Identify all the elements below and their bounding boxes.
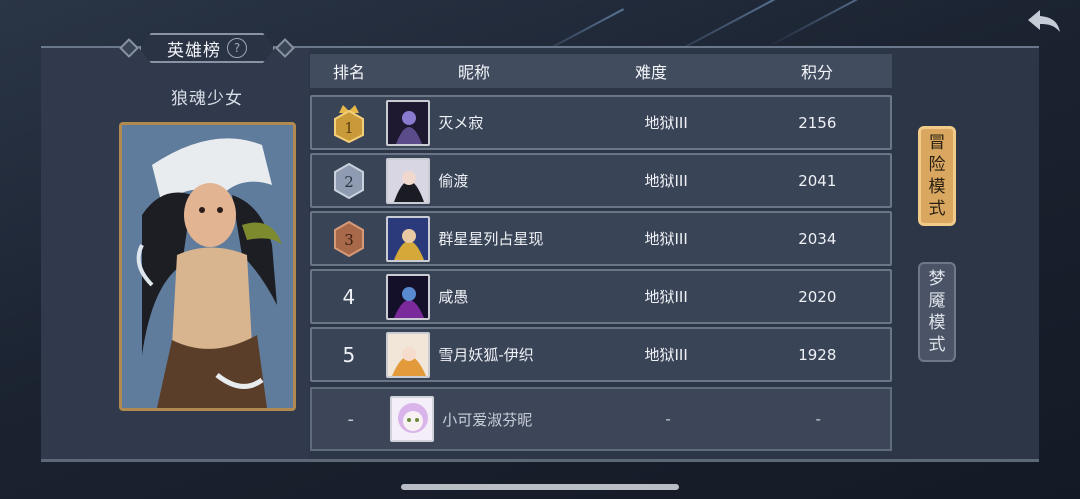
tab-char: 魇 (928, 291, 946, 311)
score-value: 2041 (798, 171, 837, 190)
difficulty-value: 地狱III (644, 114, 688, 132)
title-ornament-right (275, 38, 295, 58)
player-name: 雪月妖狐-伊织 (438, 346, 534, 364)
rank-cell: 3 (312, 219, 386, 259)
my-score: - (815, 410, 821, 428)
table-row[interactable]: 1 灭メ寂 地狱III 2156 (310, 95, 892, 150)
avatar (385, 331, 431, 378)
player-name: 灭メ寂 (438, 114, 484, 132)
hero-illustration (122, 125, 293, 408)
help-icon[interactable]: ? (227, 38, 247, 58)
header-difficulty: 难度 (634, 63, 667, 82)
header-score: 积分 (800, 63, 833, 82)
rank-number: 2 (344, 173, 354, 191)
tab-char: 式 (928, 335, 946, 355)
player-name: 偷渡 (438, 172, 469, 190)
score-value: 2156 (798, 113, 837, 132)
avatar (385, 215, 431, 262)
difficulty-value: 地狱III (644, 172, 688, 190)
title-ornament-left (119, 38, 139, 58)
player-name: 咸愚 (438, 288, 469, 306)
score-value: 1928 (798, 345, 837, 364)
score-value: 2034 (798, 229, 837, 248)
hero-name: 狼魂少女 (171, 89, 243, 109)
header-rank: 排名 (332, 63, 365, 82)
avatar (385, 99, 431, 146)
avatar (385, 157, 431, 204)
difficulty-value: 地狱III (644, 288, 688, 306)
avatar-image (387, 159, 429, 202)
rank-number: 5 (342, 342, 356, 367)
tab-char: 险 (928, 155, 946, 175)
my-rank-row: - 小可爱淑芬昵 - - (310, 387, 892, 451)
tab-char: 式 (928, 199, 946, 219)
avatar-image (387, 333, 429, 376)
rank-cell: 2 (312, 161, 386, 201)
tab-char: 模 (928, 177, 946, 197)
avatar (385, 273, 431, 320)
page-title: 英雄榜 (167, 40, 221, 61)
my-avatar (389, 396, 435, 442)
tab-adventure-mode[interactable]: 冒 险 模 式 (918, 126, 956, 226)
rank-cell: 1 (312, 103, 386, 143)
my-difficulty: - (665, 410, 671, 428)
my-name: 小可爱淑芬昵 (442, 410, 533, 429)
difficulty-value: 地狱III (644, 230, 688, 248)
bronze-medal-icon: 3 (333, 220, 364, 257)
back-arrow-icon[interactable] (1024, 6, 1064, 36)
hero-portrait (119, 122, 296, 411)
difficulty-value: 地狱III (644, 346, 688, 364)
tab-char: 模 (928, 313, 946, 333)
player-name: 群星星列占星现 (438, 230, 544, 248)
rank-number: 3 (344, 231, 354, 249)
gold-medal-icon: 1 (333, 104, 364, 143)
rank-number: 4 (342, 284, 356, 309)
home-indicator[interactable] (401, 484, 679, 490)
tab-char: 梦 (928, 269, 946, 289)
avatar-image (387, 275, 429, 318)
table-row[interactable]: 5 雪月妖狐-伊织 地狱III 1928 (310, 327, 892, 382)
tab-nightmare-mode[interactable]: 梦 魇 模 式 (918, 262, 956, 362)
my-rank: - (347, 408, 355, 430)
avatar-image (387, 101, 429, 144)
avatar-image (391, 398, 433, 440)
avatar-image (387, 217, 429, 260)
title-plate: 英雄榜 ? (139, 33, 275, 63)
tab-char: 冒 (928, 133, 946, 153)
title-badge: 英雄榜 ? (119, 32, 295, 64)
silver-medal-icon: 2 (333, 162, 364, 199)
table-row[interactable]: 4 咸愚 地狱III 2020 (310, 269, 892, 324)
background-streak (766, 0, 874, 49)
table-row[interactable]: 3 群星星列占星现 地狱III 2034 (310, 211, 892, 266)
rank-number: 1 (344, 119, 354, 137)
score-value: 2020 (798, 287, 837, 306)
table-row[interactable]: 2 偷渡 地狱III 2041 (310, 153, 892, 208)
table-header: 排名 昵称 难度 积分 (310, 54, 892, 88)
header-nickname: 昵称 (457, 63, 490, 82)
